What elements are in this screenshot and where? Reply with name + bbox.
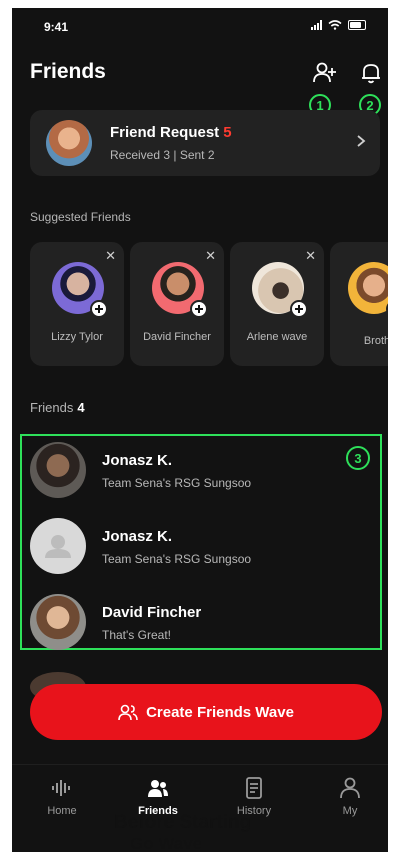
friend-name: Jonasz K.: [102, 528, 173, 545]
phone-screen: 9:41 Friends 1 2 Friend Request 5 Receive…: [12, 8, 388, 852]
tab-my-label: My: [342, 805, 358, 817]
friends-label: Friends: [30, 400, 74, 415]
tab-home-label: Home: [47, 805, 77, 817]
signal-icon: [311, 20, 322, 30]
friend-request-label: Friend Request: [110, 124, 220, 141]
friend-name: Jonasz K.: [102, 452, 173, 469]
suggested-friend-card[interactable]: ✕ Arlene wave: [230, 242, 324, 366]
friend-list-item[interactable]: Jonasz K. Team Sena's RSG Sungsoo: [30, 518, 370, 578]
suggested-friends-label: Suggested Friends: [30, 210, 131, 224]
friends-icon: [148, 780, 168, 797]
close-icon[interactable]: ✕: [305, 248, 316, 264]
notification-bell-icon[interactable]: [358, 60, 384, 86]
friend-request-card[interactable]: Friend Request 5 Received 3 | Sent 2: [30, 110, 380, 176]
add-friend-plus-icon[interactable]: [190, 300, 208, 318]
create-friends-wave-button[interactable]: Create Friends Wave: [30, 684, 382, 740]
suggested-friend-card[interactable]: ✕ Lizzy Tylor: [30, 242, 124, 366]
profile-icon: [340, 777, 360, 799]
add-friend-plus-icon[interactable]: [290, 300, 308, 318]
add-friend-icon[interactable]: [312, 60, 338, 86]
tab-my[interactable]: My: [310, 777, 388, 817]
avatar-placeholder: [30, 518, 86, 574]
tab-home[interactable]: Home: [22, 777, 102, 817]
friend-status: That's Great!: [102, 628, 171, 642]
avatar: [30, 594, 86, 650]
friend-request-count: 5: [223, 124, 232, 141]
page-title: Friends: [30, 60, 106, 83]
battery-icon: [348, 20, 366, 30]
status-icons: [311, 20, 366, 30]
friends-section-header: Friends 4: [30, 400, 85, 415]
suggested-friend-name: Broth: [363, 335, 388, 347]
tab-history[interactable]: History: [214, 777, 294, 817]
friend-status: Team Sena's RSG Sungsoo: [102, 476, 252, 490]
user-placeholder-icon: [45, 535, 71, 558]
add-friend-plus-icon[interactable]: [90, 300, 108, 318]
friend-list-item[interactable]: Jonasz K. Team Sena's RSG Sungsoo: [30, 442, 370, 502]
status-time: 9:41: [44, 20, 69, 34]
overlay-caption-secondary: Go Wave: [130, 834, 203, 853]
close-icon[interactable]: ✕: [105, 248, 116, 264]
suggested-friend-name: Lizzy Tylor: [51, 331, 103, 343]
waveform-icon: [52, 780, 70, 796]
suggested-friends-carousel[interactable]: ✕ Lizzy Tylor ✕ David Fincher ✕ Arlene w…: [30, 242, 388, 372]
suggested-friend-name: Arlene wave: [246, 331, 308, 343]
close-icon[interactable]: ✕: [205, 248, 216, 264]
wifi-icon: [328, 20, 342, 30]
friend-status: Team Sena's RSG Sungsoo: [102, 552, 252, 566]
avatar: [348, 262, 388, 314]
overlay-caption: Before Starting: [114, 812, 252, 833]
suggested-friend-name: David Fincher: [143, 331, 211, 343]
friend-name: David Fincher: [102, 604, 202, 621]
history-document-icon: [246, 777, 262, 799]
friend-list-item[interactable]: David Fincher That's Great!: [30, 594, 370, 654]
friend-request-avatar: [46, 120, 92, 166]
friend-request-title: Friend Request 5: [110, 124, 232, 141]
suggested-friend-card[interactable]: Broth: [330, 242, 388, 366]
tab-friends[interactable]: Friends: [118, 777, 198, 817]
chevron-right-icon: [357, 135, 366, 147]
create-friends-wave-label: Create Friends Wave: [146, 703, 294, 721]
suggested-friend-card[interactable]: ✕ David Fincher: [130, 242, 224, 366]
avatar: [30, 442, 86, 498]
status-bar: 9:41: [12, 8, 388, 48]
friends-count: 4: [77, 400, 85, 415]
group-icon: [118, 704, 138, 721]
friend-request-subtitle: Received 3 | Sent 2: [110, 148, 215, 162]
